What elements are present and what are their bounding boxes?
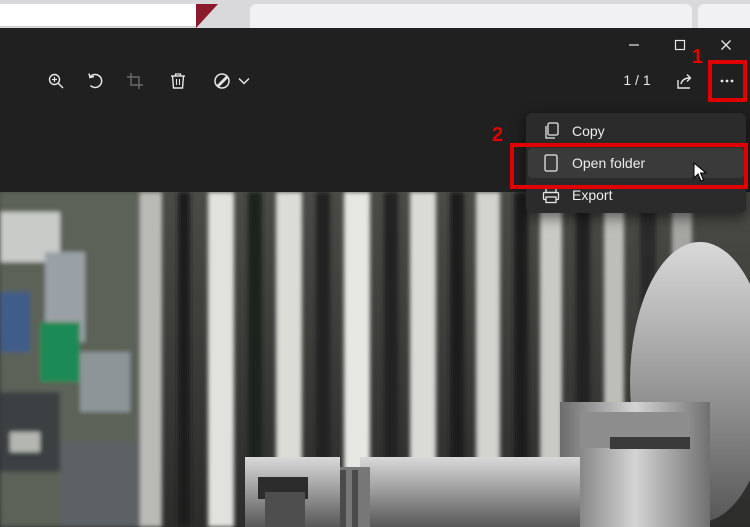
minimize-icon [629, 44, 639, 46]
highlight-more-options [708, 60, 747, 102]
chevron-down-icon [238, 77, 250, 85]
close-button[interactable] [711, 36, 741, 54]
zoom-in-icon [48, 73, 64, 89]
edit-dropdown-button[interactable] [210, 68, 254, 94]
zoom-in-button[interactable] [43, 68, 69, 94]
background-decoration [196, 4, 218, 28]
maximize-button[interactable] [665, 36, 695, 54]
share-icon [677, 74, 692, 89]
rotate-button[interactable] [82, 68, 108, 94]
menu-item-label: Copy [572, 123, 605, 139]
photos-app-window: 1 / 1 Copy Open folder Export [0, 28, 750, 527]
copy-icon [540, 120, 562, 142]
menu-item-label: Export [572, 187, 613, 203]
photo-viewer-image [0, 192, 750, 527]
crop-button[interactable] [122, 68, 148, 94]
step-number-1: 1 [692, 46, 704, 68]
close-icon [721, 40, 731, 50]
minimize-button[interactable] [619, 36, 649, 54]
crop-icon [127, 73, 143, 89]
background-address-bar [0, 4, 196, 27]
background-tab [698, 4, 750, 28]
background-browser-strip [0, 0, 750, 28]
image-counter: 1 / 1 [623, 72, 651, 88]
background-tab [250, 4, 692, 28]
rotate-icon [88, 73, 103, 89]
maximize-icon [674, 39, 686, 51]
edit-icon [214, 73, 230, 89]
delete-icon [171, 73, 185, 89]
delete-button[interactable] [165, 68, 191, 94]
share-button[interactable] [672, 68, 698, 94]
highlight-open-folder [510, 143, 748, 189]
machine-photo [0, 192, 750, 527]
menu-item-copy[interactable]: Copy [528, 116, 744, 146]
step-number-2: 2 [492, 124, 504, 146]
